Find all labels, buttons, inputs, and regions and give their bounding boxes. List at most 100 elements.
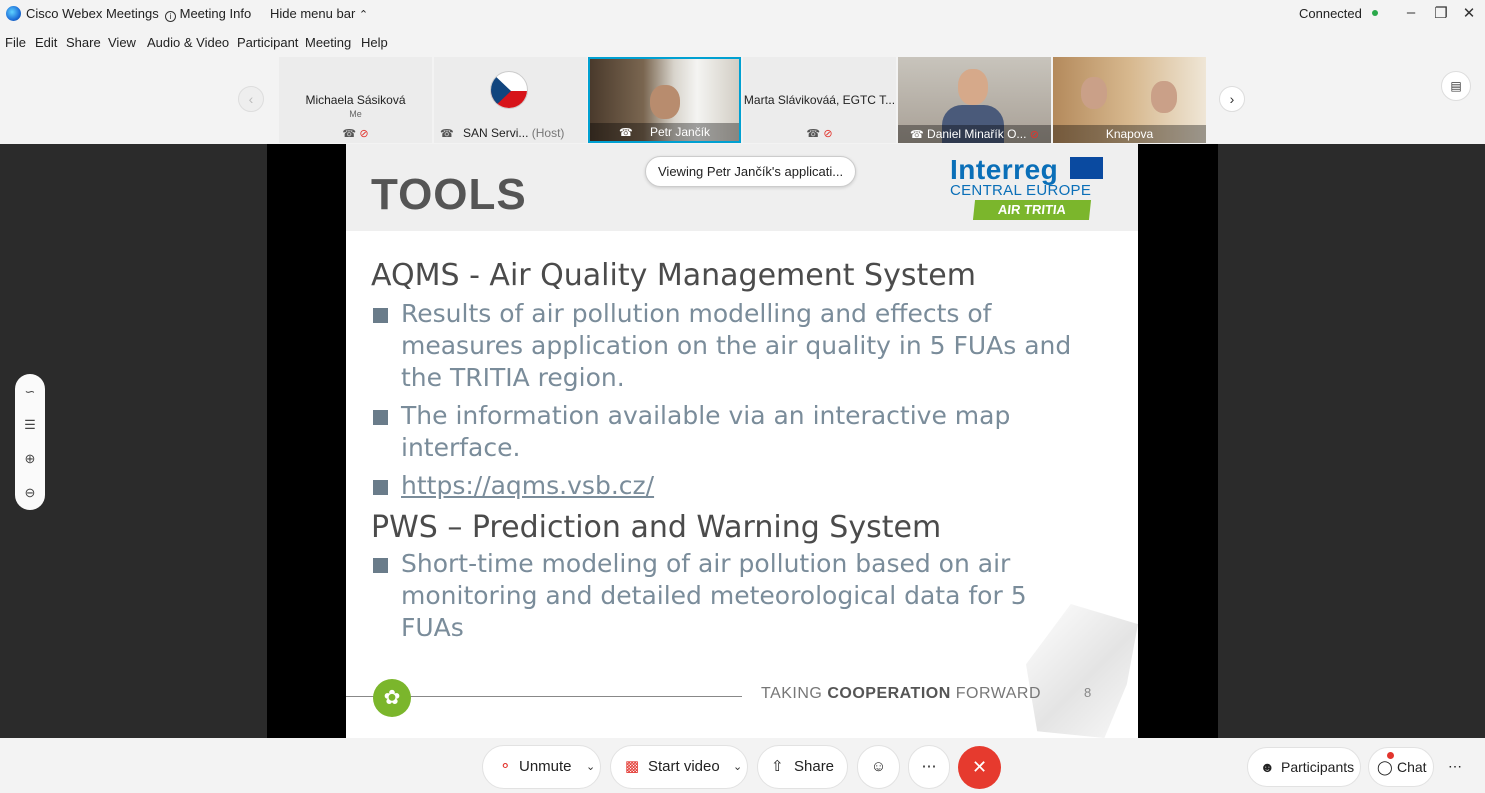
info-icon: i	[165, 11, 176, 22]
connected-dot-icon	[1371, 10, 1378, 16]
participant-name: SAN Servi...	[463, 126, 529, 140]
smiley-icon: ☺	[870, 758, 887, 775]
participant-tile-host[interactable]: ☎ SAN Servi... (Host)	[434, 57, 587, 143]
host-label: (Host)	[531, 126, 565, 140]
more-panels-button[interactable]: ⋯	[1440, 747, 1470, 787]
shared-slide: TOOLS Interreg CENTRAL EUROPE AIR TRITIA…	[346, 144, 1138, 738]
person-icon: ☻	[1260, 759, 1275, 775]
mic-muted-icon: ⊘	[823, 128, 833, 140]
headset-icon: ☎	[806, 128, 821, 140]
tagline-part-1: TAKING	[761, 685, 823, 702]
video-off-icon: ▩	[625, 758, 640, 775]
slide-page-number: 8	[1084, 685, 1092, 700]
participant-name: Petr Jančík	[650, 125, 711, 139]
end-meeting-button[interactable]: ✕	[958, 746, 1001, 789]
slide-body: AQMS - Air Quality Management System Res…	[371, 256, 1131, 650]
participant-tile-marta[interactable]: Marta Slávikováá, EGTC T... ☎ ⊘	[743, 57, 896, 143]
bullet-item: The information available via an interac…	[371, 400, 1131, 464]
hide-menu-bar-button[interactable]: Hide menu bar ⌃	[270, 6, 368, 21]
layout-toggle-icon[interactable]: ▤	[1441, 71, 1471, 101]
speaker-face	[958, 69, 988, 105]
interreg-logo: Interreg CENTRAL EUROPE AIR TRITIA	[944, 154, 1109, 224]
menu-edit[interactable]: Edit	[35, 35, 57, 50]
meeting-info-label: Meeting Info	[179, 6, 252, 21]
start-video-button[interactable]: ▩ Start video ⌄	[610, 745, 748, 789]
participant-name: Michaela Sásiková	[305, 93, 406, 107]
menu-view[interactable]: View	[108, 35, 136, 50]
tile-status: ☎ ⊘	[279, 126, 432, 140]
reactions-button[interactable]: ☺	[857, 745, 900, 789]
participant-tile-active-speaker[interactable]: ☎ Petr Jančík	[588, 57, 741, 143]
tile-status: ☎ Petr Jančík	[590, 123, 739, 141]
slide-heading-aqms: AQMS - Air Quality Management System	[371, 258, 976, 293]
annotation-toolbar: ∽ ☰ ⊕ ⊖	[15, 374, 45, 510]
zoom-out-icon[interactable]: ⊖	[15, 485, 45, 501]
chat-notification-dot-icon	[1387, 752, 1394, 759]
share-icon: ⇧	[771, 758, 784, 775]
person-two-icon	[1151, 81, 1177, 113]
mic-muted-icon: ⊘	[1029, 129, 1039, 141]
participant-tile-michaela[interactable]: Michaela Sásiková Me ☎ ⊘	[279, 57, 432, 143]
participant-name: Knapova	[1105, 127, 1154, 141]
menu-help[interactable]: Help	[361, 35, 388, 50]
webex-logo-icon	[6, 6, 21, 21]
menu-participant[interactable]: Participant	[237, 35, 298, 50]
connection-status: Connected	[1299, 6, 1378, 21]
tile-status: ☎ ⊘	[743, 126, 896, 140]
aqms-link[interactable]: https://aqms.vsb.cz/	[401, 471, 654, 500]
title-bar: Cisco Webex Meetings i Meeting Info Hide…	[0, 0, 1485, 28]
slide-title: TOOLS	[371, 170, 527, 219]
headset-icon: ☎	[440, 128, 454, 140]
zoom-in-icon[interactable]: ⊕	[15, 451, 45, 467]
slide-tagline: TAKING COOPERATION FORWARD	[761, 685, 1041, 703]
menu-share[interactable]: Share	[66, 35, 101, 50]
tagline-part-3: FORWARD	[955, 685, 1041, 702]
more-dots-icon: ⋯	[921, 758, 937, 775]
scroll-left-icon[interactable]: ‹	[238, 86, 264, 112]
close-icon: ✕	[971, 757, 988, 777]
connection-status-label: Connected	[1299, 6, 1362, 21]
share-label: Share	[794, 758, 835, 775]
hide-menu-label: Hide menu bar	[270, 6, 356, 21]
restore-icon[interactable]: ❐	[1430, 4, 1452, 24]
bullet-item: Short-time modeling of air pollution bas…	[371, 548, 1081, 644]
scroll-right-icon[interactable]: ›	[1219, 86, 1245, 112]
app-title: Cisco Webex Meetings	[26, 6, 159, 21]
chat-button[interactable]: ◯ Chat	[1368, 747, 1434, 787]
participant-tile-knapova[interactable]: Knapova	[1053, 57, 1206, 143]
more-options-button[interactable]: ⋯	[908, 745, 950, 789]
viewing-status-pill: Viewing Petr Jančík's applicati...	[645, 156, 857, 187]
chevron-up-icon: ⌃	[358, 9, 369, 21]
tile-status: Knapova	[1053, 125, 1206, 143]
czech-flag-avatar	[490, 71, 528, 109]
tile-status: ☎ Daniel Minařík O... ⊘	[898, 125, 1051, 143]
participant-tile-daniel[interactable]: ☎ Daniel Minařík O... ⊘	[898, 57, 1051, 143]
minimize-icon[interactable]: –	[1400, 4, 1422, 24]
headset-icon: ☎	[342, 128, 357, 140]
mic-muted-icon: ⚬	[499, 758, 512, 775]
annotate-pen-icon[interactable]: ∽	[15, 384, 45, 400]
meeting-info-button[interactable]: i Meeting Info	[165, 6, 251, 22]
close-icon[interactable]: ✕	[1458, 4, 1480, 24]
headset-icon: ☎	[618, 127, 633, 139]
person-one-icon	[1081, 77, 1107, 109]
menu-meeting[interactable]: Meeting	[305, 35, 351, 50]
headset-icon: ☎	[910, 129, 924, 141]
more-dots-icon: ⋯	[1448, 758, 1462, 774]
menu-file[interactable]: File	[5, 35, 26, 50]
bullet-item: Results of air pollution modelling and e…	[371, 298, 1106, 394]
participant-name: Daniel Minařík O...	[927, 127, 1027, 141]
menu-audio-video[interactable]: Audio & Video	[147, 35, 229, 50]
unmute-label: Unmute	[519, 758, 572, 775]
chat-label: Chat	[1397, 759, 1427, 775]
eu-flag-icon	[1070, 157, 1103, 179]
chevron-down-icon[interactable]: ⌄	[733, 746, 742, 788]
chevron-down-icon[interactable]: ⌄	[586, 746, 595, 788]
participant-name: Marta Slávikováá, EGTC T...	[743, 93, 896, 107]
participants-button[interactable]: ☻ Participants	[1247, 747, 1361, 787]
annotate-eraser-icon[interactable]: ☰	[15, 417, 45, 433]
share-button[interactable]: ⇧ Share	[757, 745, 848, 789]
mic-muted-icon: ⊘	[359, 128, 369, 140]
unmute-button[interactable]: ⚬ Unmute ⌄	[482, 745, 601, 789]
slide-heading-pws: PWS – Prediction and Warning System	[371, 510, 942, 545]
